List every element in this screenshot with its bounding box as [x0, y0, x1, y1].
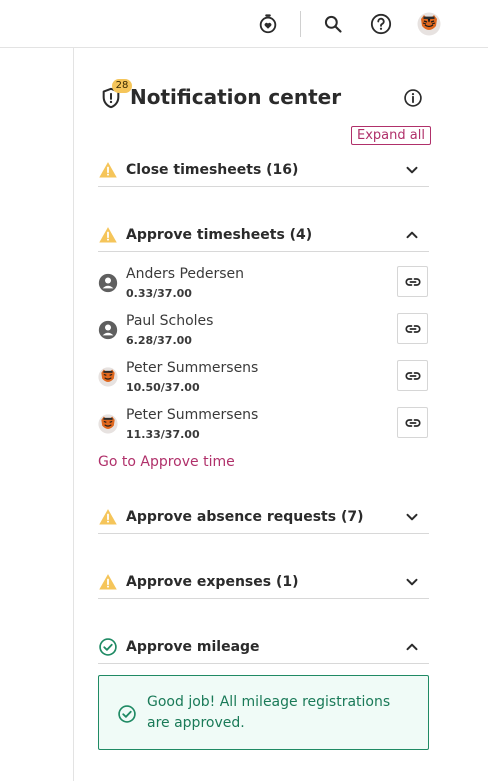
go-to-approve-time-link[interactable]: Go to Approve time: [98, 454, 235, 470]
info-icon[interactable]: [403, 88, 423, 108]
link-icon: [405, 277, 420, 286]
search-icon[interactable]: [321, 12, 345, 36]
chevron-down-icon[interactable]: [404, 162, 420, 178]
person-hours: 10.50/37.00: [126, 381, 200, 394]
link-icon: [405, 324, 420, 333]
section-label: Approve mileage: [126, 639, 260, 655]
tiger-avatar: [98, 367, 118, 387]
list-item: Anders Pedersen 0.33/37.00: [98, 262, 429, 302]
chevron-down-icon[interactable]: [404, 509, 420, 525]
warning-icon: [98, 507, 118, 527]
warning-icon: [98, 160, 118, 180]
panel-left-border: [73, 48, 74, 781]
tiger-avatar: [98, 414, 118, 434]
topbar-divider: [300, 11, 301, 37]
person-icon: [98, 320, 118, 340]
warning-icon: [98, 572, 118, 592]
stopwatch-icon[interactable]: [256, 12, 280, 36]
chevron-down-icon[interactable]: [404, 574, 420, 590]
person-hours: 11.33/37.00: [126, 428, 200, 441]
check-circle-icon: [117, 704, 137, 724]
list-item: Peter Summersens 11.33/37.00: [98, 403, 429, 443]
warning-icon: [98, 225, 118, 245]
link-icon: [405, 371, 420, 380]
divider: [98, 663, 429, 664]
person-name: Paul Scholes: [126, 313, 214, 329]
user-avatar[interactable]: [417, 12, 441, 36]
help-icon[interactable]: [369, 12, 393, 36]
expand-all-button[interactable]: Expand all: [351, 126, 431, 145]
divider: [98, 186, 429, 187]
link-button[interactable]: [397, 313, 428, 344]
link-icon: [405, 418, 420, 427]
section-approve-mileage[interactable]: Approve mileage: [98, 631, 429, 664]
person-name: Anders Pedersen: [126, 266, 245, 282]
person-hours: 0.33/37.00: [126, 287, 192, 300]
section-close-timesheets[interactable]: Close timesheets (16): [98, 154, 429, 187]
mileage-success-message: Good job! All mileage registrations are …: [98, 675, 429, 750]
section-approve-expenses[interactable]: Approve expenses (1): [98, 566, 429, 599]
person-name: Peter Summersens: [126, 360, 259, 376]
section-label: Approve timesheets (4): [126, 227, 313, 243]
success-text: Good job! All mileage registrations are …: [147, 694, 391, 731]
section-approve-timesheets[interactable]: Approve timesheets (4): [98, 219, 429, 252]
link-button[interactable]: [397, 360, 428, 391]
person-name: Peter Summersens: [126, 407, 259, 423]
section-label: Close timesheets (16): [126, 162, 299, 178]
divider: [98, 533, 429, 534]
panel-header: 28 Notification center: [98, 79, 429, 113]
top-bar: [0, 0, 488, 48]
list-item: Paul Scholes 6.28/37.00: [98, 309, 429, 349]
section-label: Approve absence requests (7): [126, 509, 364, 525]
link-button[interactable]: [397, 407, 428, 438]
section-approve-absence[interactable]: Approve absence requests (7): [98, 501, 429, 534]
chevron-up-icon[interactable]: [404, 639, 420, 655]
section-label: Approve expenses (1): [126, 574, 299, 590]
divider: [98, 251, 429, 252]
link-button[interactable]: [397, 266, 428, 297]
divider: [98, 598, 429, 599]
check-circle-icon: [98, 637, 118, 657]
notification-count-badge: 28: [112, 79, 132, 93]
list-item: Peter Summersens 10.50/37.00: [98, 356, 429, 396]
person-hours: 6.28/37.00: [126, 334, 192, 347]
chevron-up-icon[interactable]: [404, 227, 420, 243]
page-title: Notification center: [130, 85, 342, 109]
person-icon: [98, 273, 118, 293]
